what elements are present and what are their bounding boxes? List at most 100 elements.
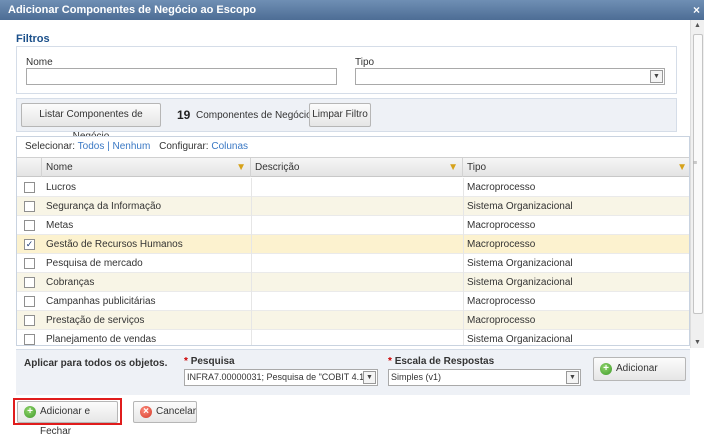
cell-descricao [251,292,463,311]
column-divider [251,235,252,254]
cell-tipo: Sistema Organizacional [467,277,573,288]
row-checkbox[interactable] [24,277,35,288]
table-row[interactable]: Cobranças Sistema Organizacional [17,273,689,292]
table-row[interactable]: Campanhas publicitárias Macroprocesso [17,292,689,311]
cell-descricao [251,235,463,254]
column-divider [251,197,252,216]
row-checkbox[interactable] [24,220,35,231]
column-divider [463,273,464,292]
cell-nome: Prestação de serviços [46,315,145,326]
scroll-thumb[interactable] [693,34,703,314]
column-divider [251,273,252,292]
add-button[interactable]: + Adicionar [593,357,686,381]
clear-filter-button[interactable]: Limpar Filtro [309,103,371,127]
header-nome[interactable]: Nome ▼ [42,158,251,177]
column-divider [251,216,252,235]
cell-nome: Segurança da Informação [46,201,162,212]
table-row[interactable]: Metas Macroprocesso [17,216,689,235]
cell-nome: Pesquisa de mercado [46,258,143,269]
row-checkbox[interactable]: ✓ [24,239,35,250]
filter-funnel-icon[interactable]: ▼ [677,158,687,177]
configure-label: Configurar: [159,141,209,152]
chevron-down-icon[interactable]: ▼ [566,371,579,384]
filters-section-label: Filtros [16,33,50,45]
list-toolbar: Listar Componentes de Negócio 19 Compone… [16,98,677,142]
select-all-link[interactable]: Todos [78,141,105,152]
column-divider [463,178,464,197]
configure-columns-link[interactable]: Colunas [211,141,248,152]
cell-nome: Cobranças [46,277,95,288]
column-divider [463,254,464,273]
header-descricao[interactable]: Descrição ▼ [251,158,463,177]
header-tipo[interactable]: Tipo ▼ [463,158,689,177]
filter-funnel-icon[interactable]: ▼ [236,158,246,177]
table-row[interactable]: Prestação de serviços Macroprocesso [17,311,689,330]
table-row[interactable]: Planejamento de vendas Sistema Organizaci… [17,330,689,345]
add-green-icon: + [600,363,612,375]
tipo-select[interactable]: ▼ [355,68,665,85]
cell-descricao [251,273,463,292]
pesquisa-select[interactable]: INFRA7.00000031; Pesquisa de "COBIT 4.1"… [184,369,378,386]
column-divider [463,197,464,216]
cell-nome: Lucros [46,182,77,193]
filters-panel: Nome Tipo ▼ [16,46,677,94]
escala-label: * Escala de Respostas [388,356,495,367]
apply-all-label: Aplicar para todos os objetos. [24,358,168,369]
cell-tipo: Sistema Organizacional [467,334,573,345]
cell-descricao [251,330,463,345]
cell-descricao [251,311,463,330]
select-none-link[interactable]: Nenhum [113,141,151,152]
list-components-button[interactable]: Listar Componentes de Negócio [21,103,161,142]
pesquisa-label: * Pesquisa [184,356,235,367]
cancel-red-icon: × [140,406,152,418]
escala-value: Simples (v1) [391,372,442,382]
cell-tipo: Macroprocesso [467,315,536,326]
header-checkbox-col [17,158,42,177]
component-count-label: Componentes de Negócio [196,110,312,121]
apply-all-panel: Aplicar para todos os objetos. * Pesquis… [16,349,690,395]
cell-tipo: Macroprocesso [467,182,536,193]
row-checkbox[interactable] [24,201,35,212]
table-row[interactable]: Segurança da Informação Sistema Organizac… [17,197,689,216]
filter-funnel-icon[interactable]: ▼ [448,158,458,177]
escala-select[interactable]: Simples (v1) ▼ [388,369,581,386]
components-grid: Selecionar: Todos | Nenhum Configurar: C… [16,136,690,346]
cell-nome: Metas [46,220,74,231]
row-checkbox[interactable] [24,334,35,345]
column-divider [463,292,464,311]
table-row[interactable]: Lucros Macroprocesso [17,178,689,197]
chevron-down-icon[interactable]: ▼ [363,371,376,384]
cell-nome: Gestão de Recursos Humanos [46,239,183,250]
column-divider [463,330,464,345]
column-divider [251,254,252,273]
cell-tipo: Macroprocesso [467,296,536,307]
cancel-button[interactable]: × Cancelar [133,401,197,423]
select-label: Selecionar: [25,141,76,152]
column-divider [251,178,252,197]
table-row[interactable]: ✓ Gestão de Recursos Humanos Macroprocesso [17,235,689,254]
cell-tipo: Sistema Organizacional [467,201,573,212]
cell-tipo: Sistema Organizacional [467,258,573,269]
row-checkbox[interactable] [24,182,35,193]
column-divider [251,330,252,345]
cell-tipo: Macroprocesso [467,220,536,231]
row-checkbox[interactable] [24,258,35,269]
scroll-down-icon[interactable]: ▼ [694,339,701,346]
grid-header: Nome ▼ Descrição ▼ Tipo ▼ [17,157,689,177]
dialog-title-bar: Adicionar Componentes de Negócio ao Esco… [0,0,704,20]
component-count: 19 [177,108,191,122]
cell-descricao [251,254,463,273]
table-row[interactable]: Pesquisa de mercado Sistema Organizaciona… [17,254,689,273]
dialog-scrollbar[interactable]: ▲ ≡ ▼ [690,20,704,348]
cell-tipo: Macroprocesso [467,239,536,250]
column-divider [463,216,464,235]
add-and-close-button[interactable]: + Adicionar e Fechar [17,401,118,436]
chevron-down-icon[interactable]: ▼ [650,70,663,83]
cell-descricao [251,178,463,197]
selection-bar: Selecionar: Todos | Nenhum Configurar: C… [17,137,689,157]
row-checkbox[interactable] [24,315,35,326]
scroll-up-icon[interactable]: ▲ [694,22,701,29]
row-checkbox[interactable] [24,296,35,307]
nome-input[interactable] [26,68,337,85]
close-icon[interactable]: × [693,0,700,20]
